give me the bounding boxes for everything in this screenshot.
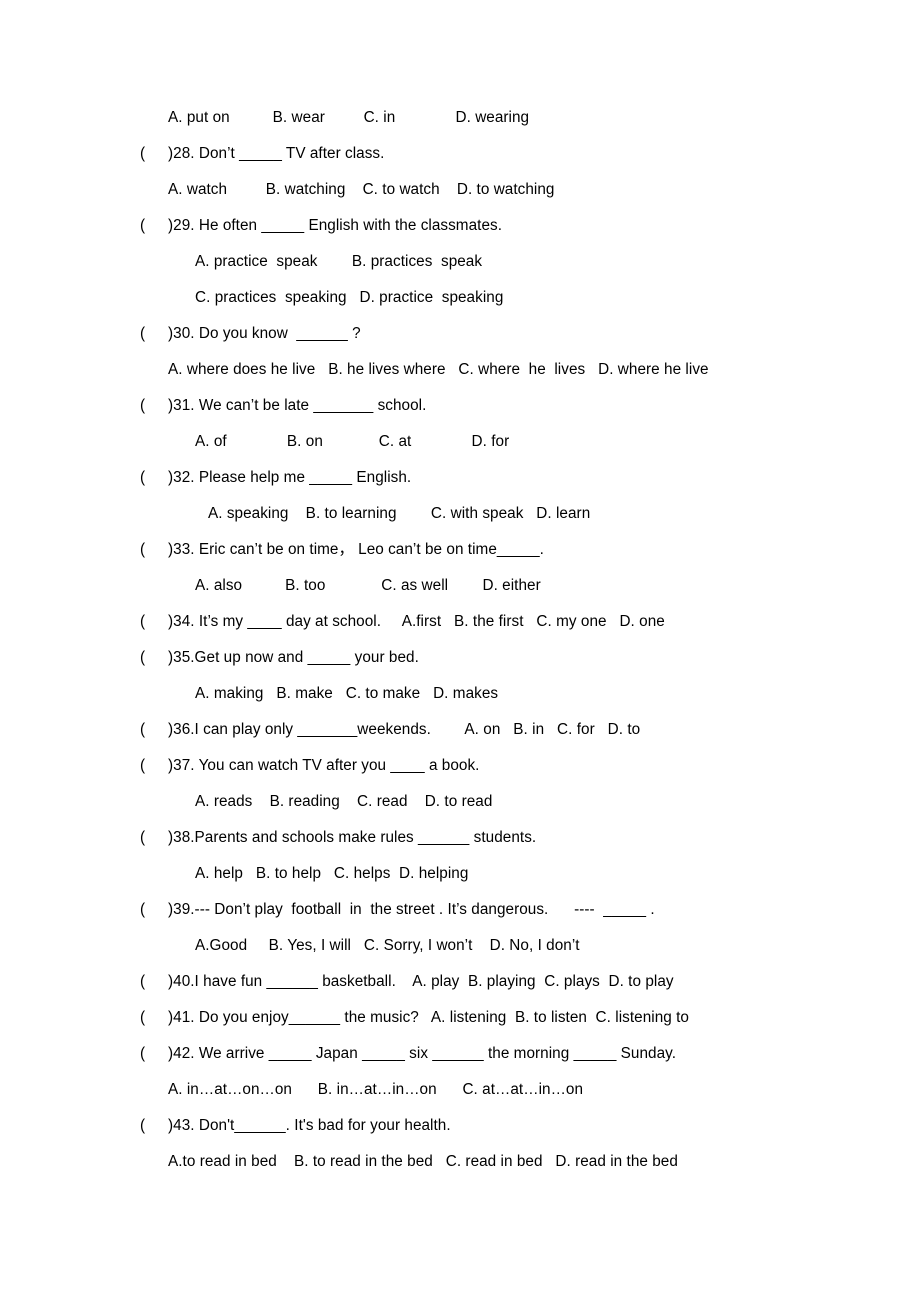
question-text: )34. It’s my ____ day at school. A.first…: [168, 613, 665, 630]
question-31: ()31. We can’t be late _______ school.: [140, 388, 840, 424]
answer-box-paren[interactable]: (: [140, 316, 168, 352]
question-text: )40.I have fun ______ basketball. A. pla…: [168, 973, 674, 990]
question-36: ()36.I can play only _______weekends. A.…: [140, 712, 840, 748]
question-text: )36.I can play only _______weekends. A. …: [168, 721, 641, 738]
option-text: A. practice speak B. practices speak: [195, 253, 483, 270]
answers-38: A. help B. to help C. helps D. helping: [140, 856, 840, 892]
answer-box-paren[interactable]: (: [140, 748, 168, 784]
answer-box-paren[interactable]: (: [140, 820, 168, 856]
answers-27: A. put on B. wear C. in D. wearing: [140, 100, 840, 136]
answers-31: A. of B. on C. at D. for: [140, 424, 840, 460]
question-text: )30. Do you know ______ ?: [168, 325, 361, 342]
answers-43: A.to read in bed B. to read in the bed C…: [140, 1144, 840, 1180]
answer-box-paren[interactable]: (: [140, 712, 168, 748]
answer-box-paren[interactable]: (: [140, 388, 168, 424]
worksheet-page: A. put on B. wear C. in D. wearing()28. …: [0, 0, 920, 1302]
answers-33: A. also B. too C. as well D. either: [140, 568, 840, 604]
answer-box-paren[interactable]: (: [140, 964, 168, 1000]
option-text: A.to read in bed B. to read in the bed C…: [168, 1153, 678, 1170]
question-37: ()37. You can watch TV after you ____ a …: [140, 748, 840, 784]
answers-29-ab: A. practice speak B. practices speak: [140, 244, 840, 280]
question-text: )33. Eric can’t be on time， Leo can’t be…: [168, 541, 544, 558]
answers-30: A. where does he live B. he lives where …: [140, 352, 840, 388]
answer-box-paren[interactable]: (: [140, 604, 168, 640]
question-text: )29. He often _____ English with the cla…: [168, 217, 503, 234]
question-39: ()39.--- Don’t play football in the stre…: [140, 892, 840, 928]
question-text: )39.--- Don’t play football in the stree…: [168, 901, 655, 918]
option-text: A. put on B. wear C. in D. wearing: [168, 109, 530, 126]
answer-box-paren[interactable]: (: [140, 1000, 168, 1036]
question-text: )41. Do you enjoy______ the music? A. li…: [168, 1009, 689, 1026]
option-text: A. where does he live B. he lives where …: [168, 361, 709, 378]
answers-35: A. making B. make C. to make D. makes: [140, 676, 840, 712]
question-32: ()32. Please help me _____ English.: [140, 460, 840, 496]
option-text: A. speaking B. to learning C. with speak…: [208, 505, 591, 522]
question-38: ()38.Parents and schools make rules ____…: [140, 820, 840, 856]
question-list: A. put on B. wear C. in D. wearing()28. …: [140, 100, 840, 1180]
question-text: )38.Parents and schools make rules _____…: [168, 829, 537, 846]
question-text: )32. Please help me _____ English.: [168, 469, 412, 486]
answer-box-paren[interactable]: (: [140, 640, 168, 676]
option-text: A. of B. on C. at D. for: [195, 433, 510, 450]
option-text: A. also B. too C. as well D. either: [195, 577, 541, 594]
answers-39: A.Good B. Yes, I will C. Sorry, I won’t …: [140, 928, 840, 964]
question-42: ()42. We arrive _____ Japan _____ six __…: [140, 1036, 840, 1072]
option-text: A. reads B. reading C. read D. to read: [195, 793, 493, 810]
answer-box-paren[interactable]: (: [140, 208, 168, 244]
answers-32: A. speaking B. to learning C. with speak…: [140, 496, 840, 532]
option-text: A. watch B. watching C. to watch D. to w…: [168, 181, 555, 198]
question-35: ()35.Get up now and _____ your bed.: [140, 640, 840, 676]
answer-box-paren[interactable]: (: [140, 892, 168, 928]
answers-29-cd: C. practices speaking D. practice speaki…: [140, 280, 840, 316]
answer-box-paren[interactable]: (: [140, 1036, 168, 1072]
question-text: )43. Don't______. It's bad for your heal…: [168, 1117, 451, 1134]
question-text: )31. We can’t be late _______ school.: [168, 397, 427, 414]
answers-28: A. watch B. watching C. to watch D. to w…: [140, 172, 840, 208]
question-43: ()43. Don't______. It's bad for your hea…: [140, 1108, 840, 1144]
option-text: A. in…at…on…on B. in…at…in…on C. at…at…i…: [168, 1081, 584, 1098]
option-text: A. making B. make C. to make D. makes: [195, 685, 499, 702]
question-41: ()41. Do you enjoy______ the music? A. l…: [140, 1000, 840, 1036]
question-text: )37. You can watch TV after you ____ a b…: [168, 757, 480, 774]
question-30: ()30. Do you know ______ ?: [140, 316, 840, 352]
option-text: A.Good B. Yes, I will C. Sorry, I won’t …: [195, 937, 580, 954]
question-33: ()33. Eric can’t be on time， Leo can’t b…: [140, 532, 840, 568]
question-text: )35.Get up now and _____ your bed.: [168, 649, 419, 666]
question-29: ()29. He often _____ English with the cl…: [140, 208, 840, 244]
answers-42: A. in…at…on…on B. in…at…in…on C. at…at…i…: [140, 1072, 840, 1108]
answer-box-paren[interactable]: (: [140, 460, 168, 496]
question-28: ()28. Don’t _____ TV after class.: [140, 136, 840, 172]
option-text: C. practices speaking D. practice speaki…: [195, 289, 504, 306]
answer-box-paren[interactable]: (: [140, 532, 168, 568]
question-text: )28. Don’t _____ TV after class.: [168, 145, 385, 162]
answer-box-paren[interactable]: (: [140, 1108, 168, 1144]
question-34: ()34. It’s my ____ day at school. A.firs…: [140, 604, 840, 640]
option-text: A. help B. to help C. helps D. helping: [195, 865, 469, 882]
answers-37: A. reads B. reading C. read D. to read: [140, 784, 840, 820]
answer-box-paren[interactable]: (: [140, 136, 168, 172]
question-40: ()40.I have fun ______ basketball. A. pl…: [140, 964, 840, 1000]
question-text: )42. We arrive _____ Japan _____ six ___…: [168, 1045, 677, 1062]
